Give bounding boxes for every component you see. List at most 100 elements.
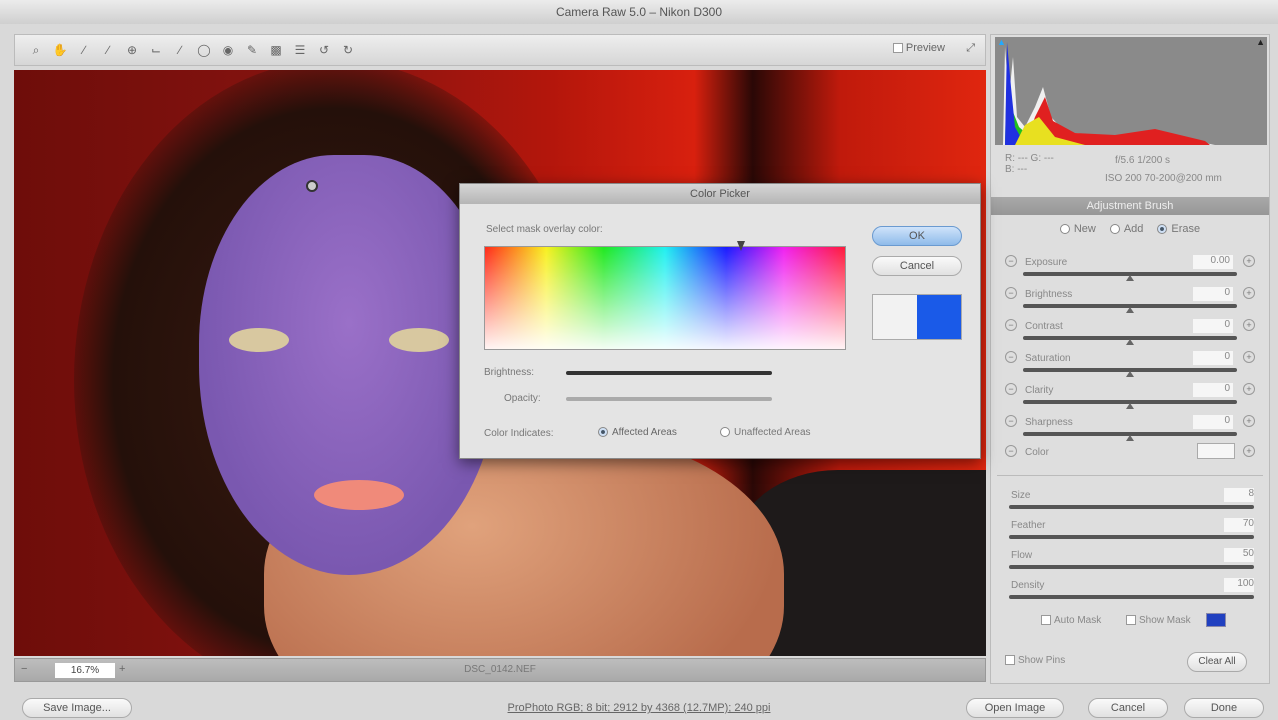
brush-slider[interactable] <box>1009 595 1254 599</box>
dialog-title: Color Picker <box>460 184 980 204</box>
mode-add[interactable]: Add <box>1109 223 1143 235</box>
unaffected-areas-radio[interactable]: Unaffected Areas <box>720 427 811 438</box>
slider-thumb[interactable] <box>1126 339 1134 345</box>
minus-icon[interactable]: − <box>1005 255 1017 267</box>
brush-feather: Feather 70 <box>1009 518 1254 548</box>
white-balance-icon[interactable]: ∕ <box>75 41 93 59</box>
plus-icon[interactable]: + <box>1243 287 1255 299</box>
mask-color-swatch[interactable] <box>1206 613 1226 627</box>
crop-icon[interactable]: ⌙ <box>147 41 165 59</box>
workflow-options-link[interactable]: ProPhoto RGB; 8 bit; 2912 by 4368 (12.7M… <box>0 702 1278 714</box>
right-panel: ▲ ▲ R: --- G: --- B: --- f/5.6 1/200 s I… <box>990 34 1270 684</box>
slider-sharpness: − Sharpness 0 + <box>1005 415 1255 445</box>
slider-label: Contrast <box>1025 321 1063 332</box>
zoom-icon[interactable]: ⌕ <box>27 41 45 59</box>
slider-contrast: − Contrast 0 + <box>1005 319 1255 349</box>
rotate-left-icon[interactable]: ↺ <box>315 41 333 59</box>
brush-value[interactable]: 70 <box>1224 518 1254 532</box>
camera-info: R: --- G: --- B: --- f/5.6 1/200 s ISO 2… <box>995 149 1267 195</box>
slider-value[interactable]: 0 <box>1193 287 1233 301</box>
lips <box>314 480 404 510</box>
graduated-filter-icon[interactable]: ▩ <box>267 41 285 59</box>
fullscreen-icon[interactable]: ⤢ <box>966 42 975 55</box>
plus-icon[interactable]: + <box>1243 445 1255 457</box>
brush-slider[interactable] <box>1009 565 1254 569</box>
color-picker-dialog: Color Picker Select mask overlay color: … <box>459 183 981 459</box>
spot-removal-icon[interactable]: ◯ <box>195 41 213 59</box>
slider-saturation: − Saturation 0 + <box>1005 351 1255 381</box>
slider-label: Exposure <box>1025 257 1068 268</box>
targeted-adjustment-icon[interactable]: ⊕ <box>123 41 141 59</box>
brush-slider[interactable] <box>1009 535 1254 539</box>
slider-value[interactable]: 0 <box>1193 415 1233 429</box>
slider-clarity: − Clarity 0 + <box>1005 383 1255 413</box>
brush-slider[interactable] <box>1009 505 1254 509</box>
plus-icon[interactable]: + <box>1243 415 1255 427</box>
minus-icon[interactable]: − <box>1005 287 1017 299</box>
minus-icon[interactable]: − <box>1005 445 1017 457</box>
mode-new[interactable]: New <box>1059 223 1096 235</box>
minus-icon[interactable]: − <box>1005 415 1017 427</box>
open-image-button[interactable]: Open Image <box>966 698 1064 718</box>
right-eye <box>389 328 449 352</box>
dialog-prompt: Select mask overlay color: <box>486 224 603 235</box>
plus-icon[interactable]: + <box>1243 255 1255 267</box>
rotate-right-icon[interactable]: ↻ <box>339 41 357 59</box>
slider-value[interactable]: 0.00 <box>1193 255 1233 269</box>
slider-value[interactable]: 0 <box>1193 351 1233 365</box>
show-pins-checkbox[interactable]: Show Pins <box>1005 655 1065 666</box>
cancel-footer-button[interactable]: Cancel <box>1088 698 1168 718</box>
color-spectrum[interactable] <box>484 241 846 350</box>
left-eye <box>229 328 289 352</box>
color-sampler-icon[interactable]: ∕ <box>99 41 117 59</box>
opacity-label: Opacity: <box>504 393 541 404</box>
color-indicates-label: Color Indicates: <box>484 428 554 439</box>
slider-thumb[interactable] <box>1126 371 1134 377</box>
color-row: − Color + <box>1005 443 1255 475</box>
slider-exposure: − Exposure 0.00 + <box>1005 255 1255 285</box>
plus-icon[interactable]: + <box>1243 319 1255 331</box>
brush-value[interactable]: 8 <box>1224 488 1254 502</box>
window-title: Camera Raw 5.0 – Nikon D300 <box>0 0 1278 24</box>
slider-value[interactable]: 0 <box>1193 319 1233 333</box>
preferences-icon[interactable]: ☰ <box>291 41 309 59</box>
minus-icon[interactable]: − <box>1005 319 1017 331</box>
clear-all-button[interactable]: Clear All <box>1187 652 1247 672</box>
slider-value[interactable]: 0 <box>1193 383 1233 397</box>
new-color-swatch <box>917 295 961 339</box>
slider-thumb[interactable] <box>1126 435 1134 441</box>
plus-icon[interactable]: + <box>1243 383 1255 395</box>
cancel-button[interactable]: Cancel <box>872 256 962 276</box>
slider-brightness: − Brightness 0 + <box>1005 287 1255 317</box>
brightness-slider[interactable] <box>566 371 772 375</box>
slider-label: Clarity <box>1025 385 1054 396</box>
hand-icon[interactable]: ✋ <box>51 41 69 59</box>
auto-mask-checkbox[interactable]: Auto Mask <box>1041 615 1101 626</box>
shadow-clipping-icon[interactable]: ▲ <box>997 37 1006 47</box>
done-button[interactable]: Done <box>1184 698 1264 718</box>
ok-button[interactable]: OK <box>872 226 962 246</box>
red-eye-icon[interactable]: ◉ <box>219 41 237 59</box>
adjustment-pin-icon[interactable] <box>306 180 318 192</box>
minus-icon[interactable]: − <box>1005 351 1017 363</box>
mode-erase[interactable]: Erase <box>1157 223 1200 235</box>
plus-icon[interactable]: + <box>1243 351 1255 363</box>
highlight-clipping-icon[interactable]: ▲ <box>1256 37 1265 47</box>
affected-areas-radio[interactable]: Affected Areas <box>598 427 677 438</box>
show-mask-checkbox[interactable]: Show Mask <box>1126 615 1191 626</box>
brush-label: Flow <box>1011 550 1033 561</box>
opacity-slider[interactable] <box>566 397 772 401</box>
slider-thumb[interactable] <box>1126 307 1134 313</box>
brush-label: Feather <box>1011 520 1046 531</box>
brush-value[interactable]: 50 <box>1224 548 1254 562</box>
slider-thumb[interactable] <box>1126 275 1134 281</box>
minus-icon[interactable]: − <box>1005 383 1017 395</box>
preview-checkbox[interactable]: Preview <box>892 42 945 54</box>
straighten-icon[interactable]: ∕ <box>171 41 189 59</box>
old-color-swatch <box>873 295 917 339</box>
brush-value[interactable]: 100 <box>1224 578 1254 592</box>
color-swatch[interactable] <box>1197 443 1235 459</box>
picker-marker-icon[interactable] <box>737 241 745 251</box>
slider-thumb[interactable] <box>1126 403 1134 409</box>
adjustment-brush-icon[interactable]: ✎ <box>243 41 261 59</box>
